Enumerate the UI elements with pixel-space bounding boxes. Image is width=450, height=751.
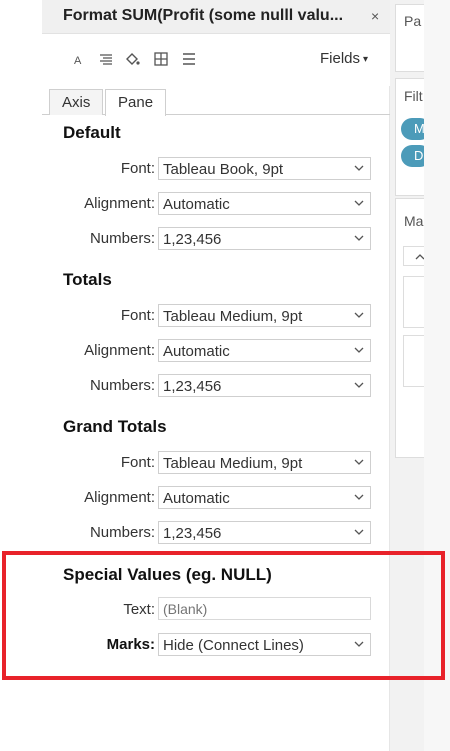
chevron-down-icon xyxy=(354,494,364,500)
chevron-down-icon xyxy=(354,459,364,465)
chevron-down-icon xyxy=(354,641,364,647)
select-value: Tableau Book, 9pt xyxy=(163,161,284,178)
pages-card-label: Pa xyxy=(404,13,422,29)
tab-axis[interactable]: Axis xyxy=(49,89,104,115)
left-gutter xyxy=(0,0,42,751)
totals-numbers-select[interactable]: 1,23,456 xyxy=(158,374,371,397)
chevron-down-icon xyxy=(354,529,364,535)
select-value: Tableau Medium, 9pt xyxy=(163,308,303,325)
font-format-icon[interactable]: A xyxy=(71,52,87,66)
section-title-totals: Totals xyxy=(63,270,112,289)
shading-format-icon[interactable] xyxy=(124,52,140,66)
chevron-down-icon xyxy=(354,312,364,318)
marks-card-label: Ma xyxy=(404,213,424,229)
lines-format-icon[interactable] xyxy=(181,52,197,66)
format-panel: Format SUM(Profit (some nulll valu... × … xyxy=(42,0,390,751)
fields-label: Fields xyxy=(320,50,361,67)
section-title-special-values: Special Values (eg. NULL) xyxy=(63,565,272,584)
default-alignment-label: Alignment: xyxy=(84,195,155,212)
totals-numbers-label: Numbers: xyxy=(89,377,155,394)
totals-font-label: Font: xyxy=(120,307,155,324)
grand-totals-font-select[interactable]: Tableau Medium, 9pt xyxy=(158,451,371,474)
chevron-down-icon xyxy=(354,235,364,241)
section-title-default: Default xyxy=(63,123,121,142)
default-font-select[interactable]: Tableau Book, 9pt xyxy=(158,157,371,180)
select-value: Tableau Medium, 9pt xyxy=(163,455,303,472)
special-text-input[interactable] xyxy=(158,597,371,620)
totals-alignment-select[interactable]: Automatic xyxy=(158,339,371,362)
select-value: 1,23,456 xyxy=(163,378,222,395)
select-value: Hide (Connect Lines) xyxy=(163,637,304,654)
grand-totals-alignment-select[interactable]: Automatic xyxy=(158,486,371,509)
panel-title: Format SUM(Profit (some nulll valu... xyxy=(63,7,344,24)
filters-card-label: Filt xyxy=(404,88,423,104)
special-marks-select[interactable]: Hide (Connect Lines) xyxy=(158,633,371,656)
grand-totals-alignment-label: Alignment: xyxy=(84,489,155,506)
select-value: Automatic xyxy=(163,196,230,213)
alignment-format-icon[interactable] xyxy=(98,52,114,66)
totals-font-select[interactable]: Tableau Medium, 9pt xyxy=(158,304,371,327)
default-alignment-select[interactable]: Automatic xyxy=(158,192,371,215)
section-title-grand-totals: Grand Totals xyxy=(63,417,167,436)
default-font-label: Font: xyxy=(120,160,155,177)
select-value: Automatic xyxy=(163,490,230,507)
borders-format-icon[interactable] xyxy=(153,52,169,66)
fields-dropdown[interactable]: Fields ▾ xyxy=(320,50,368,67)
select-value: Automatic xyxy=(163,343,230,360)
special-marks-label: Marks: xyxy=(106,636,155,653)
close-button[interactable]: × xyxy=(371,8,379,24)
panel-header: Format SUM(Profit (some nulll valu... × xyxy=(42,0,390,34)
default-numbers-select[interactable]: 1,23,456 xyxy=(158,227,371,250)
tableau-window: Format SUM(Profit (some nulll valu... × … xyxy=(0,0,450,751)
chevron-down-icon xyxy=(354,382,364,388)
chevron-down-icon xyxy=(354,165,364,171)
chevron-down-icon xyxy=(354,347,364,353)
totals-alignment-label: Alignment: xyxy=(84,342,155,359)
svg-text:A: A xyxy=(74,55,82,66)
fields-caret-icon: ▾ xyxy=(363,53,369,65)
default-numbers-label: Numbers: xyxy=(89,230,155,247)
grand-totals-numbers-label: Numbers: xyxy=(89,524,155,541)
grand-totals-numbers-select[interactable]: 1,23,456 xyxy=(158,521,371,544)
select-value: 1,23,456 xyxy=(163,525,222,542)
select-value: 1,23,456 xyxy=(163,231,222,248)
chevron-down-icon xyxy=(354,200,364,206)
grand-totals-font-label: Font: xyxy=(120,454,155,471)
right-edge-strip xyxy=(424,0,450,751)
special-text-label: Text: xyxy=(123,601,155,618)
tab-pane[interactable]: Pane xyxy=(105,89,167,116)
